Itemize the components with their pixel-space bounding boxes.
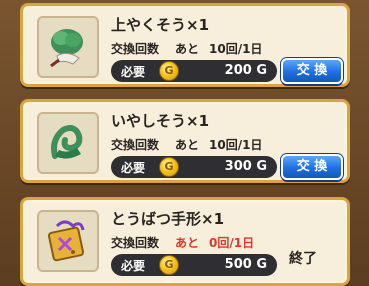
exchange-count: 交換回数 あと 0回/1日 [111,236,255,250]
exchange-button[interactable]: 交 換 [281,154,343,180]
healing-herb-icon [51,125,83,159]
gold-coin-icon: G [159,157,179,177]
sold-out-label: 終了 [289,251,317,267]
gold-coin-icon: G [159,61,179,81]
price-bar: 必要 G 300 G [111,156,277,178]
exchange-count: 交換回数 あと 10回/1日 [111,42,263,56]
gold-coin-icon: G [159,255,179,275]
shop-item-card: 上やくそう×1 交換回数 あと 10回/1日 必要 G 200 G 交 換 [20,3,350,87]
required-label: 必要 [121,65,146,79]
price-bar: 必要 G 200 G [111,60,277,82]
required-label: 必要 [121,259,146,273]
item-thumbnail [37,16,99,78]
price-amount: 500 G [224,257,267,272]
item-thumbnail [37,210,99,272]
required-label: 必要 [121,161,146,175]
shop-item-card: とうばつ手形×1 交換回数 あと 0回/1日 必要 G 500 G 終了 [20,197,350,286]
herb-icon [50,29,83,68]
item-name: 上やくそう×1 [111,16,210,34]
shop-item-card: いやしそう×1 交換回数 あと 10回/1日 必要 G 300 G 交 換 [20,99,350,183]
price-amount: 300 G [224,159,267,174]
exchange-count: 交換回数 あと 10回/1日 [111,138,263,152]
subjugation-ticket-icon [47,220,85,262]
item-thumbnail [37,112,99,174]
item-name: いやしそう×1 [111,112,210,130]
item-name: とうばつ手形×1 [111,210,225,228]
price-bar: 必要 G 500 G [111,254,277,276]
price-amount: 200 G [224,63,267,78]
exchange-button[interactable]: 交 換 [281,58,343,84]
